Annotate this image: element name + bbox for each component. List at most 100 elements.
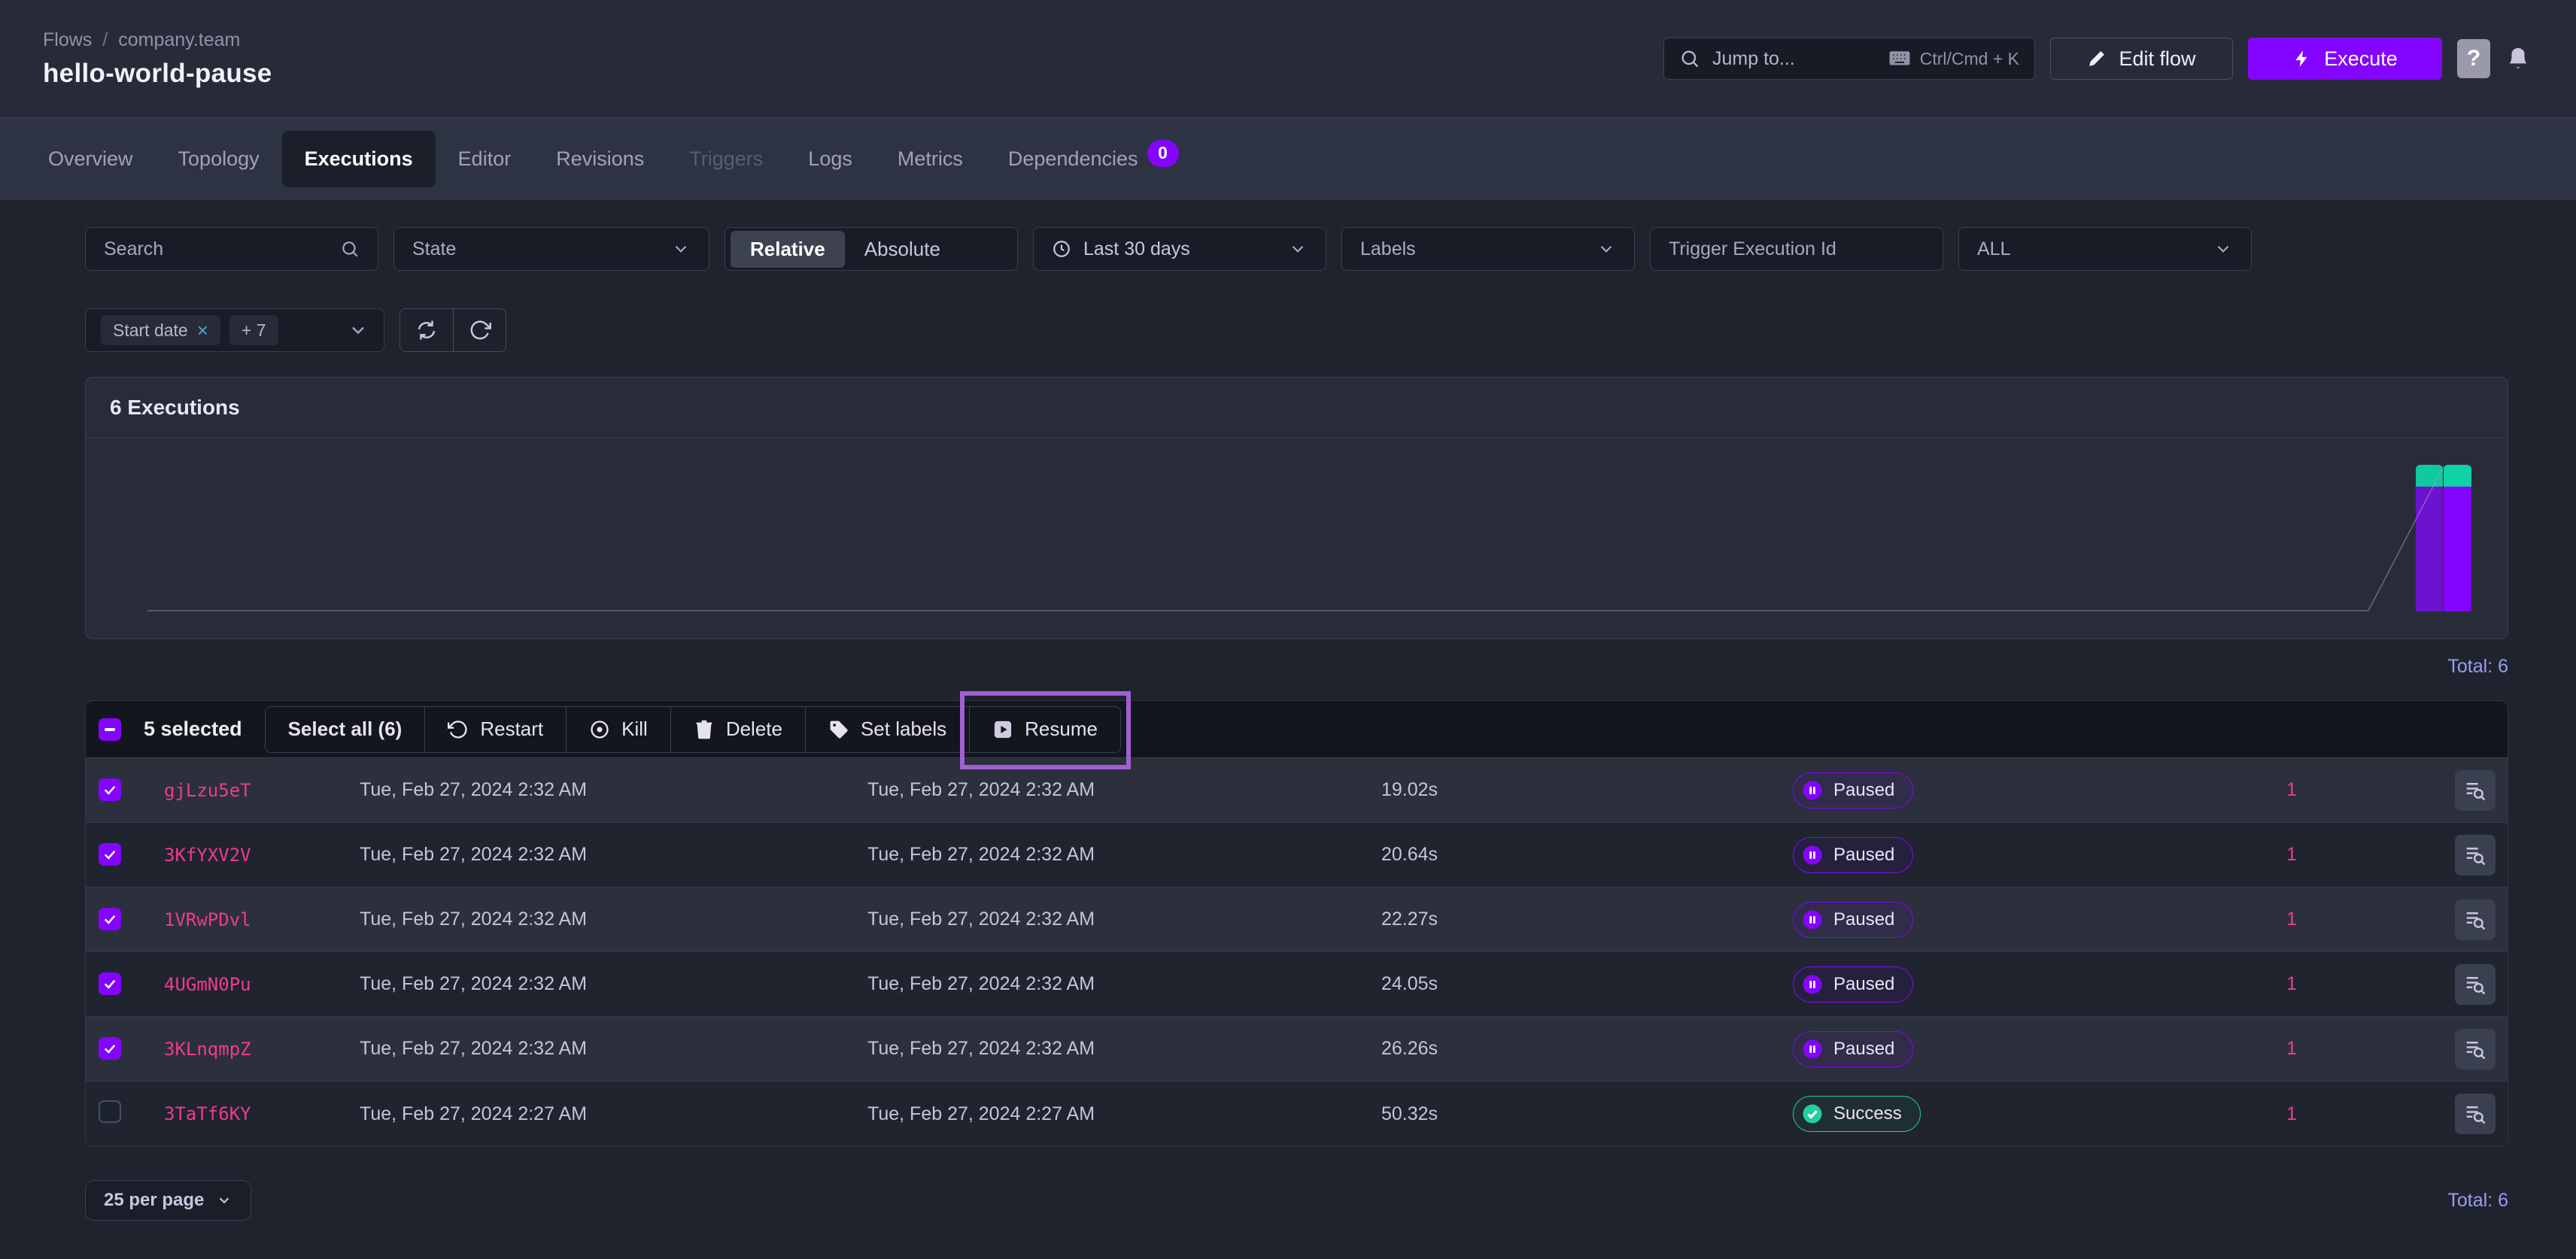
preview-execution-button[interactable] <box>2455 964 2496 1005</box>
task-count: 1 <box>2194 779 2389 801</box>
chevron-down-icon <box>1288 239 1308 259</box>
check-icon <box>102 782 117 797</box>
task-count: 1 <box>2194 1103 2389 1125</box>
search-input[interactable] <box>104 238 328 260</box>
executions-chart <box>86 438 2508 634</box>
delete-button[interactable]: Delete <box>670 707 805 752</box>
table-row[interactable]: 1VRwPDvl Tue, Feb 27, 2024 2:32 AM Tue, … <box>86 887 2508 952</box>
more-filters-chip[interactable]: + 7 <box>229 315 278 345</box>
row-checkbox[interactable] <box>99 843 121 866</box>
set-labels-button[interactable]: Set labels <box>805 707 969 752</box>
tags-icon <box>828 719 849 740</box>
status-badge: Paused <box>1793 1031 1913 1067</box>
relative-toggle[interactable]: Relative <box>731 231 845 268</box>
row-checkbox[interactable] <box>99 778 121 801</box>
per-page-dropdown[interactable]: 25 per page <box>85 1180 251 1221</box>
execute-button[interactable]: Execute <box>2248 38 2442 80</box>
date-filter-dropdown[interactable]: Start date × + 7 <box>85 308 384 352</box>
state-filter-dropdown[interactable]: State <box>393 227 709 271</box>
start-date: Tue, Feb 27, 2024 2:32 AM <box>360 909 867 930</box>
executions-table: 5 selected Select all (6) Restart Kill <box>85 700 2508 1147</box>
labels-filter-label: Labels <box>1360 238 1584 260</box>
refresh-button[interactable] <box>453 309 506 351</box>
preview-execution-button[interactable] <box>2455 770 2496 811</box>
absolute-toggle[interactable]: Absolute <box>845 231 960 268</box>
tab-label: Executions <box>305 147 413 171</box>
tab-logs[interactable]: Logs <box>785 131 875 187</box>
more-filters-label: + 7 <box>242 320 266 341</box>
duration: 20.64s <box>1381 844 1793 866</box>
row-checkbox[interactable] <box>99 1100 121 1123</box>
time-range-dropdown[interactable]: Last 30 days <box>1033 227 1326 271</box>
execution-id-link[interactable]: 1VRwPDvl <box>164 909 360 930</box>
bell-icon[interactable] <box>2505 46 2531 71</box>
row-checkbox[interactable] <box>99 972 121 995</box>
preview-execution-button[interactable] <box>2455 835 2496 875</box>
jump-to-search[interactable]: Jump to... Ctrl/Cmd + K <box>1663 38 2035 80</box>
table-row[interactable]: 3TaTf6KY Tue, Feb 27, 2024 2:27 AM Tue, … <box>86 1082 2508 1146</box>
execution-id-link[interactable]: 3TaTf6KY <box>164 1103 360 1124</box>
trigger-execution-id-input[interactable] <box>1669 238 1924 260</box>
trigger-execution-id-field[interactable] <box>1650 227 1943 271</box>
resume-label: Resume <box>1025 717 1098 741</box>
tab-topology[interactable]: Topology <box>156 131 282 187</box>
state-filter-label: State <box>412 238 659 260</box>
indeterminate-mark <box>105 728 115 731</box>
start-date: Tue, Feb 27, 2024 2:27 AM <box>360 1103 867 1125</box>
select-all-button[interactable]: Select all (6) <box>266 707 425 752</box>
breadcrumb-namespace[interactable]: company.team <box>118 29 240 51</box>
total-count-bottom: Total: 6 <box>2447 1190 2508 1212</box>
list-search-icon <box>2464 909 2486 931</box>
preview-execution-button[interactable] <box>2455 1094 2496 1134</box>
row-checkbox[interactable] <box>99 908 121 930</box>
check-icon <box>102 912 117 927</box>
table-row[interactable]: 3KfYXV2V Tue, Feb 27, 2024 2:32 AM Tue, … <box>86 823 2508 887</box>
tab-revisions[interactable]: Revisions <box>533 131 667 187</box>
search-icon <box>340 239 360 259</box>
execution-id-link[interactable]: 3KLnqmpZ <box>164 1039 360 1060</box>
status-label: Success <box>1833 1103 1902 1124</box>
start-date-chip[interactable]: Start date × <box>101 315 220 345</box>
pause-circle-icon <box>1801 973 1824 996</box>
close-icon[interactable]: × <box>197 319 208 342</box>
tab-metrics[interactable]: Metrics <box>875 131 986 187</box>
tab-label: Revisions <box>556 147 644 171</box>
help-button[interactable]: ? <box>2457 39 2490 78</box>
trash-icon <box>694 719 715 740</box>
top-header: Flows / company.team hello-world-pause J… <box>0 0 2576 117</box>
end-date: Tue, Feb 27, 2024 2:32 AM <box>867 973 1381 995</box>
table-row[interactable]: 4UGmN0Pu Tue, Feb 27, 2024 2:32 AM Tue, … <box>86 952 2508 1017</box>
preview-execution-button[interactable] <box>2455 900 2496 940</box>
preview-execution-button[interactable] <box>2455 1029 2496 1069</box>
duration: 24.05s <box>1381 973 1793 995</box>
labels-filter-dropdown[interactable]: Labels <box>1341 227 1635 271</box>
tab-dependencies[interactable]: Dependencies 0 <box>986 129 1201 190</box>
table-row[interactable]: gjLzu5eT Tue, Feb 27, 2024 2:32 AM Tue, … <box>86 758 2508 823</box>
execution-id-link[interactable]: 3KfYXV2V <box>164 845 360 866</box>
scope-dropdown[interactable]: ALL <box>1958 227 2252 271</box>
tab-editor[interactable]: Editor <box>436 131 534 187</box>
resume-button[interactable]: Resume <box>969 707 1120 752</box>
execution-id-link[interactable]: gjLzu5eT <box>164 780 360 801</box>
tab-overview[interactable]: Overview <box>26 131 156 187</box>
execution-id-link[interactable]: 4UGmN0Pu <box>164 974 360 995</box>
page-title: hello-world-pause <box>43 59 272 89</box>
tab-executions[interactable]: Executions <box>282 131 436 187</box>
execute-label: Execute <box>2324 47 2398 71</box>
auto-refresh-button[interactable] <box>400 309 453 351</box>
chart-canvas <box>86 438 2508 634</box>
breadcrumb-flows[interactable]: Flows <box>43 29 92 51</box>
end-date: Tue, Feb 27, 2024 2:27 AM <box>867 1103 1381 1125</box>
list-search-icon <box>2464 1038 2486 1060</box>
restart-button[interactable]: Restart <box>424 707 566 752</box>
select-all-checkbox[interactable] <box>99 718 121 741</box>
search-field[interactable] <box>85 227 378 271</box>
end-date: Tue, Feb 27, 2024 2:32 AM <box>867 909 1381 930</box>
executions-chart-card: 6 Executions <box>85 377 2508 639</box>
row-checkbox[interactable] <box>99 1037 121 1060</box>
table-row[interactable]: 3KLnqmpZ Tue, Feb 27, 2024 2:32 AM Tue, … <box>86 1017 2508 1082</box>
kill-button[interactable]: Kill <box>566 707 670 752</box>
edit-flow-button[interactable]: Edit flow <box>2050 38 2233 80</box>
task-count: 1 <box>2194 909 2389 930</box>
edit-flow-label: Edit flow <box>2119 47 2195 71</box>
